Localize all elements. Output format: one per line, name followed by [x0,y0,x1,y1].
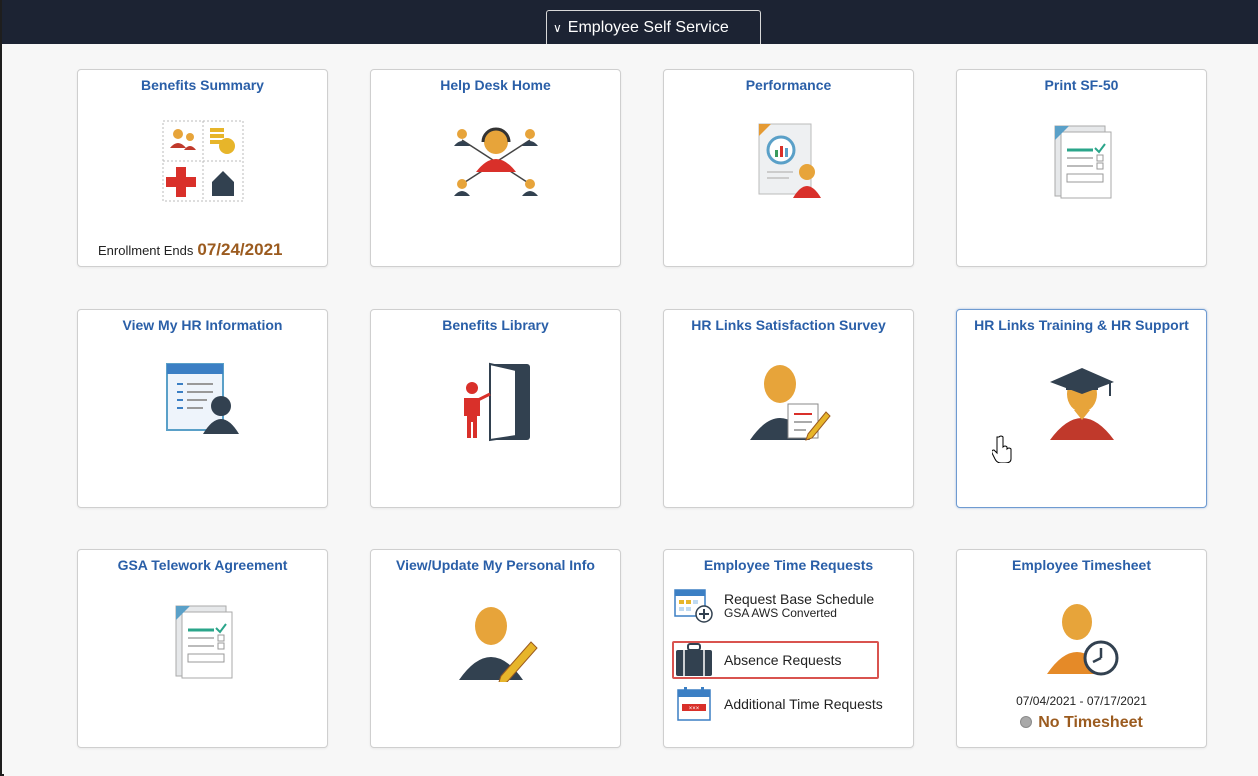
tile-view-my-hr-information[interactable]: View My HR Information [77,309,328,508]
absence-requests-link[interactable]: Absence Requests [674,642,842,678]
absence-requests-label: Absence Requests [724,652,842,668]
additional-time-requests-label: Additional Time Requests [724,696,883,712]
svg-text:×××: ××× [689,706,700,712]
top-banner: ∨ Employee Self Service [2,0,1258,44]
tile-grid: Benefits Summary Enrollment Ends 07/24/20… [4,44,1258,776]
tile-hr-links-satisfaction-survey[interactable]: HR Links Satisfaction Survey [663,309,914,508]
tile-employee-time-requests: Employee Time Requests Request Base Sche… [663,549,914,748]
calendar-add-icon [674,589,713,623]
document-checklist-icon [1054,125,1111,199]
timesheet-status-label: No Timesheet [1038,714,1143,731]
tile-gsa-telework-agreement[interactable]: GSA Telework Agreement [77,549,328,748]
chevron-down-icon: ∨ [553,20,562,35]
tile-hr-links-training-and-hr-support[interactable]: HR Links Training & HR Support [956,309,1207,508]
graduate-icon [1049,368,1114,440]
survey-person-icon [749,365,831,441]
tile-title: Benefits Summary [141,77,264,93]
tile-title: Performance [745,77,832,93]
tile-title: Benefits Library [442,317,549,333]
tile-employee-timesheet[interactable]: Employee Timesheet 07/04/2021 - 07/17/20… [956,549,1207,748]
enrollment-ends: Enrollment Ends 07/24/2021 [98,240,282,260]
edit-person-icon [458,607,538,682]
hr-information-icon [165,363,239,434]
tile-title: HR Links Training & HR Support [974,317,1189,333]
homepage-selector-label: Employee Self Service [567,18,729,36]
tile-help-desk-home[interactable]: Help Desk Home [370,69,621,267]
calendar-icon: ××× [677,687,711,721]
status-dot-icon [1020,716,1033,728]
tile-title: View My HR Information [122,317,283,333]
homepage-selector-dropdown[interactable]: ∨ Employee Self Service [546,10,761,44]
tile-title: GSA Telework Agreement [117,557,288,573]
tile-title: Employee Time Requests [703,557,874,573]
tile-title: Employee Timesheet [1011,557,1152,573]
request-base-schedule-link[interactable]: Request Base Schedule GSA AWS Converted [674,588,874,624]
open-door-icon [463,362,530,442]
tile-title: View/Update My Personal Info [396,557,595,573]
benefits-summary-icon [162,120,243,202]
telework-document-icon [175,605,232,679]
tile-print-sf-50[interactable]: Print SF-50 [956,69,1207,267]
timesheet-period: 07/04/2021 - 07/17/2021 [1016,694,1147,708]
timesheet-person-clock-icon [1046,604,1118,676]
tile-view-update-my-personal-info[interactable]: View/Update My Personal Info [370,549,621,748]
request-base-schedule-label: Request Base Schedule [724,591,875,607]
tile-performance[interactable]: Performance [663,69,914,267]
enrollment-ends-date: 07/24/2021 [197,240,283,259]
tile-benefits-summary[interactable]: Benefits Summary Enrollment Ends 07/24/20… [77,69,328,267]
tile-benefits-library[interactable]: Benefits Library [370,309,621,508]
briefcase-icon [676,643,712,676]
hand-pointer-icon [992,435,1012,463]
tile-title: Help Desk Home [440,77,551,93]
help-desk-network-icon [453,127,538,196]
timesheet-status: No Timesheet [957,714,1206,732]
performance-report-icon [758,123,821,198]
enrollment-ends-label: Enrollment Ends [98,243,194,258]
request-base-schedule-sublabel: GSA AWS Converted [724,606,837,620]
page-frame: ∨ Employee Self Service Benefits Summary… [0,0,1258,776]
tile-title: HR Links Satisfaction Survey [691,317,886,333]
additional-time-requests-link[interactable]: ××× Additional Time Requests [674,686,883,722]
tile-title: Print SF-50 [1044,77,1119,93]
